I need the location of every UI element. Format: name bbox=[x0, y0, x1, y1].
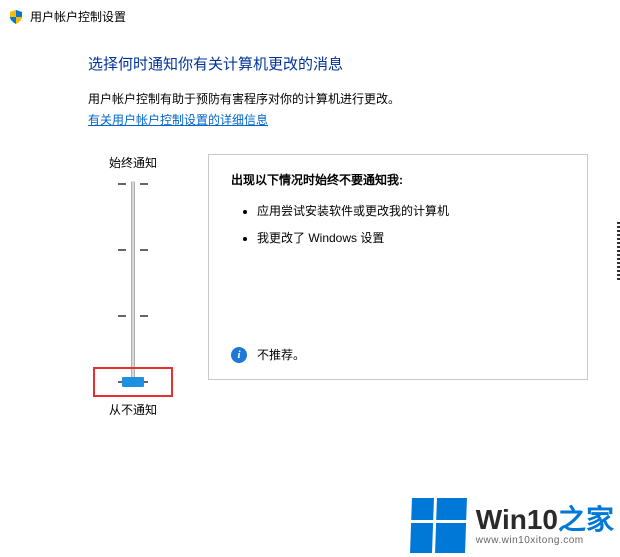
slider-label-bottom: 从不通知 bbox=[109, 401, 157, 418]
slider-tick bbox=[118, 315, 148, 316]
watermark-text: Win10之家 www.win10xitong.com bbox=[476, 506, 614, 546]
uac-slider[interactable] bbox=[103, 181, 163, 387]
slider-column: 始终通知 从不通知 bbox=[88, 154, 178, 418]
panel-list-item: 我更改了 Windows 设置 bbox=[257, 229, 569, 246]
panel-list: 应用尝试安装软件或更改我的计算机 我更改了 Windows 设置 bbox=[231, 202, 569, 246]
panel-list-item: 应用尝试安装软件或更改我的计算机 bbox=[257, 202, 569, 219]
panel-heading: 出现以下情况时始终不要通知我: bbox=[231, 171, 569, 188]
slider-tick bbox=[118, 183, 148, 184]
slider-area: 始终通知 从不通知 出现以下情况时始终不要通知我: 应用尝试安装软件或更改我的计… bbox=[88, 154, 610, 418]
slider-label-top: 始终通知 bbox=[109, 154, 157, 171]
info-panel: 出现以下情况时始终不要通知我: 应用尝试安装软件或更改我的计算机 我更改了 Wi… bbox=[208, 154, 588, 380]
panel-footer: i 不推荐。 bbox=[231, 346, 305, 363]
main-content: 选择何时通知你有关计算机更改的消息 用户帐户控制有助于预防有害程序对你的计算机进… bbox=[0, 33, 620, 418]
info-icon: i bbox=[231, 347, 247, 363]
window-title: 用户帐户控制设置 bbox=[30, 8, 126, 25]
watermark: Win10之家 www.win10xitong.com bbox=[411, 498, 614, 553]
shield-icon bbox=[8, 9, 24, 25]
slider-thumb[interactable] bbox=[122, 377, 144, 387]
windows-logo-icon bbox=[410, 498, 467, 553]
slider-track bbox=[131, 181, 135, 387]
window-titlebar: 用户帐户控制设置 bbox=[0, 0, 620, 33]
page-heading: 选择何时通知你有关计算机更改的消息 bbox=[88, 53, 610, 74]
slider-tick bbox=[118, 249, 148, 250]
help-link[interactable]: 有关用户帐户控制设置的详细信息 bbox=[88, 111, 268, 128]
watermark-url: www.win10xitong.com bbox=[476, 536, 614, 546]
watermark-brand: Win10之家 bbox=[476, 506, 614, 534]
page-description: 用户帐户控制有助于预防有害程序对你的计算机进行更改。 bbox=[88, 90, 610, 107]
panel-note: 不推荐。 bbox=[257, 346, 305, 363]
